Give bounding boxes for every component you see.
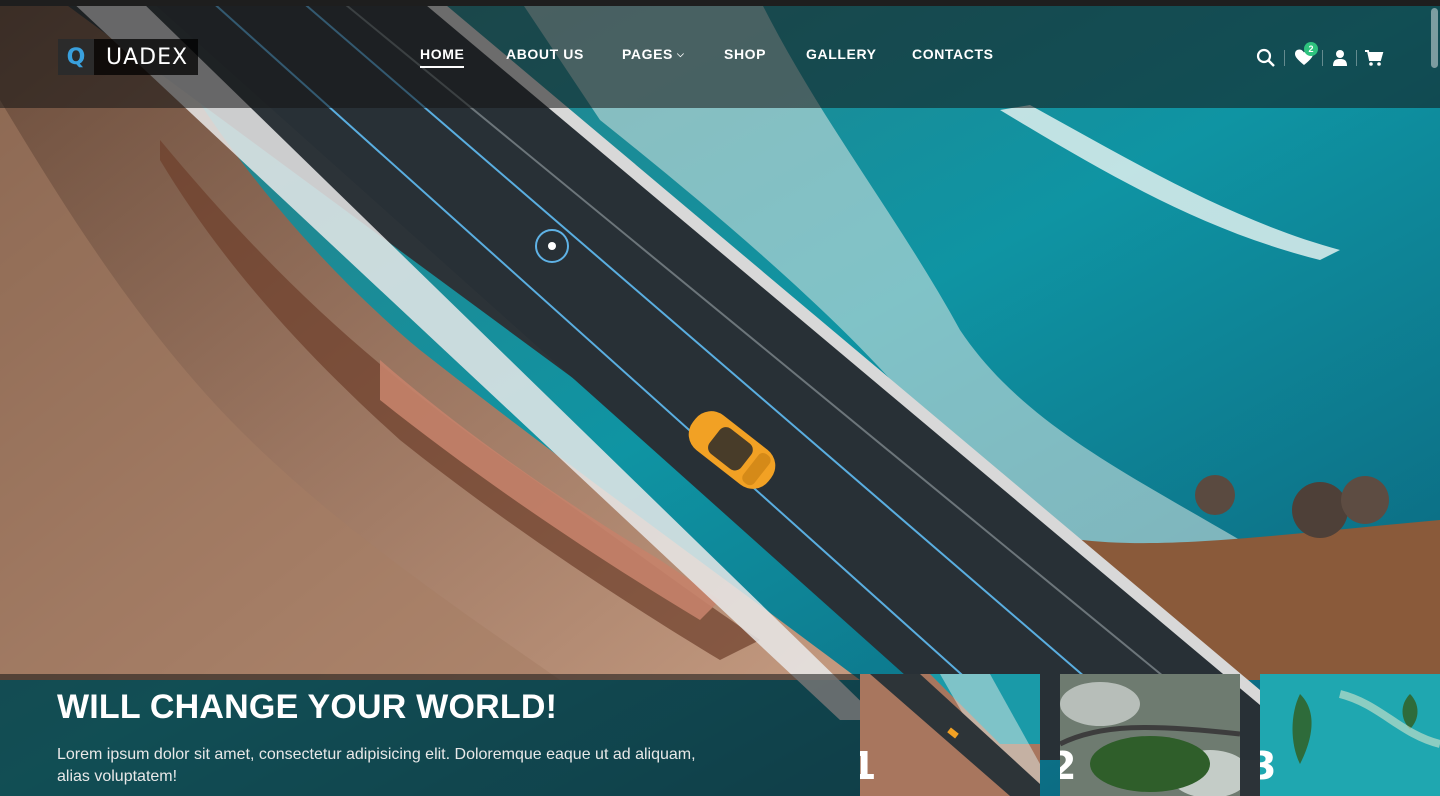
search-icon[interactable] — [1256, 48, 1276, 68]
icon-separator — [1322, 50, 1323, 66]
nav-shop[interactable]: SHOP — [724, 46, 766, 62]
cart-icon[interactable] — [1364, 48, 1384, 68]
heart-icon[interactable]: 2 — [1294, 42, 1318, 68]
site-logo[interactable]: Q UADEX — [58, 39, 198, 75]
thumbnail-1[interactable]: 1 — [860, 674, 1040, 796]
thumbnail-3[interactable]: 3 — [1260, 674, 1440, 796]
chevron-down-icon: ⌵ — [676, 49, 685, 59]
thumbnail-1-image — [860, 674, 1040, 796]
thumbnail-2-number: 2 — [1060, 744, 1077, 788]
nav-home[interactable]: HOME — [420, 46, 465, 68]
slide-description: Lorem ipsum dolor sit amet, consectetur … — [57, 746, 696, 785]
icon-separator — [1356, 50, 1357, 66]
thumbnail-2[interactable]: 2 — [1060, 674, 1240, 796]
thumbnail-1-number: 1 — [860, 744, 877, 788]
nav-pages[interactable]: PAGES ⌵ — [622, 46, 684, 62]
slide-thumbnails: 1 2 3 — [748, 674, 1440, 796]
cursor-dot — [548, 242, 556, 250]
icon-separator — [1284, 50, 1285, 66]
logo-text: UADEX — [106, 44, 189, 70]
hero-slider: Q UADEX HOME ABOUT US PAGES ⌵ SHOP GALLER… — [0, 0, 1440, 796]
nav-gallery[interactable]: GALLERY — [806, 46, 877, 62]
thumbnail-2-image — [1060, 674, 1240, 796]
nav-about-us[interactable]: ABOUT US — [506, 46, 584, 62]
nav-contacts[interactable]: CONTACTS — [912, 46, 994, 62]
thumbnail-spacer — [748, 674, 860, 796]
wishlist-count-badge: 2 — [1304, 42, 1318, 56]
page-scrollbar[interactable] — [1431, 8, 1438, 68]
nav-pages-label: PAGES — [622, 46, 673, 62]
thumbnail-3-number: 3 — [1260, 744, 1277, 788]
user-icon[interactable] — [1330, 48, 1350, 68]
slide-title: WILL CHANGE YOUR WORLD! — [57, 688, 558, 726]
thumbnail-3-image — [1260, 674, 1440, 796]
header-bar — [0, 0, 1440, 108]
logo-letter: Q — [58, 39, 94, 75]
